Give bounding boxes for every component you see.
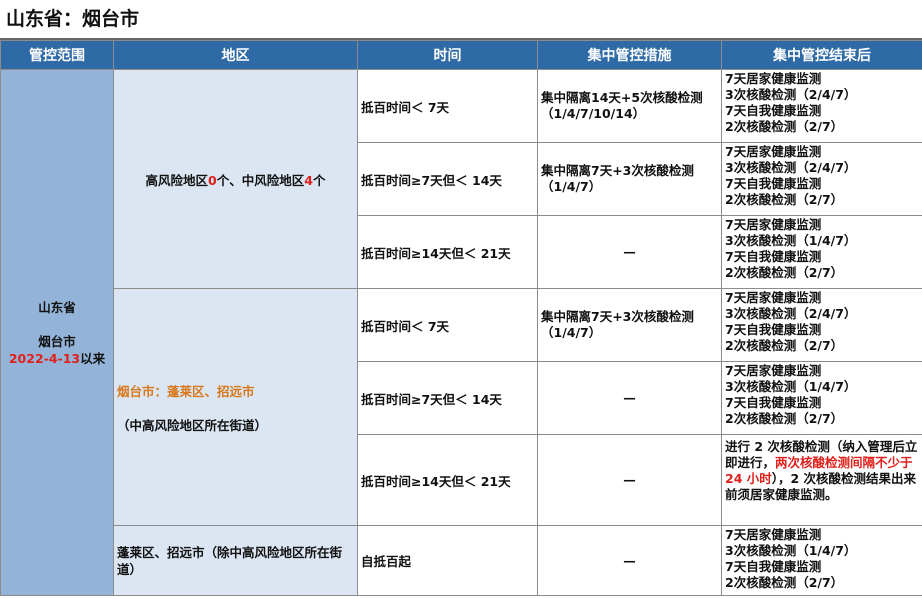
header-measure: 集中管控措施 <box>537 40 722 70</box>
mid-risk-count: 4 <box>304 172 313 188</box>
after-cell: 7天居家健康监测 3次核酸检测（1/4/7） 7天自我健康监测 2次核酸检测（2… <box>721 361 922 435</box>
header-after: 集中管控结束后 <box>721 40 922 70</box>
measure-cell: — <box>537 361 722 435</box>
region2-name: 烟台市：蓬莱区、招远市 <box>117 383 255 399</box>
measure-cell: 集中隔离14天+5次核酸检测 （1/4/7/10/14） <box>537 69 722 143</box>
measure-cell: — <box>537 215 722 289</box>
high-risk-count: 0 <box>208 172 217 188</box>
table-row: 山东省 烟台市 2022-4-13以来 高风险地区0个、中风险地区4个 抵百时间… <box>0 69 922 596</box>
scope-date: 2022-4-13 <box>8 350 81 366</box>
time-cell: 抵百时间≥14天但＜ 21天 <box>357 434 538 526</box>
region-penglai-zhaoyuan: 烟台市：蓬莱区、招远市 （中高风险地区所在街道） <box>113 288 358 526</box>
policy-table: 管控范围 地区 时间 集中管控措施 集中管控结束后 山东省 烟台市 2022-4… <box>0 40 922 596</box>
header-region: 地区 <box>113 40 358 70</box>
after-cell: 7天居家健康监测 3次核酸检测（2/4/7） 7天自我健康监测 2次核酸检测（2… <box>721 142 922 216</box>
scope-province: 山东省 <box>38 299 76 315</box>
measure-cell: — <box>537 434 722 526</box>
time-cell: 自抵百起 <box>357 525 538 596</box>
region-outside-streets: 蓬莱区、招远市（除中高风险地区所在街道） <box>113 525 358 596</box>
region2-note: （中高风险地区所在街道） <box>117 417 268 433</box>
table-row: 蓬莱区、招远市（除中高风险地区所在街道） 自抵百起 — 7天居家健康监测 3次核… <box>1 525 922 596</box>
after-cell: 7天居家健康监测 3次核酸检测（1/4/7） 7天自我健康监测 2次核酸检测（2… <box>721 215 922 289</box>
time-cell: 抵百时间≥7天但＜ 14天 <box>357 142 538 216</box>
page-title: 山东省：烟台市 <box>0 0 922 40</box>
measure-cell: 集中隔离7天+3次核酸检测 （1/4/7） <box>537 142 722 216</box>
after-cell: 进行 2 次核酸检测（纳入管理后立即进行，两次核酸检测间隔不少于 24 小时），… <box>721 434 922 526</box>
after-cell: 7天居家健康监测 3次核酸检测（2/4/7） 7天自我健康监测 2次核酸检测（2… <box>721 288 922 362</box>
scope-since: 以来 <box>80 350 106 366</box>
header-time: 时间 <box>357 40 538 70</box>
table-header-row: 管控范围 地区 时间 集中管控措施 集中管控结束后 <box>0 40 922 70</box>
scope-cell: 山东省 烟台市 2022-4-13以来 <box>0 69 114 596</box>
measure-cell: 集中隔离7天+3次核酸检测 （1/4/7） <box>537 288 722 362</box>
scope-city: 烟台市 <box>38 333 76 349</box>
time-cell: 抵百时间＜ 7天 <box>357 288 538 362</box>
time-cell: 抵百时间＜ 7天 <box>357 69 538 143</box>
after-cell: 7天居家健康监测 3次核酸检测（2/4/7） 7天自我健康监测 2次核酸检测（2… <box>721 69 922 143</box>
time-cell: 抵百时间≥7天但＜ 14天 <box>357 361 538 435</box>
table-row: 烟台市：蓬莱区、招远市 （中高风险地区所在街道） 抵百时间＜ 7天 集中隔离7天… <box>1 288 922 526</box>
header-scope: 管控范围 <box>0 40 114 70</box>
time-cell: 抵百时间≥14天但＜ 21天 <box>357 215 538 289</box>
after-cell: 7天居家健康监测 3次核酸检测（1/4/7） 7天自我健康监测 2次核酸检测（2… <box>721 525 922 596</box>
region-high-mid-risk: 高风险地区0个、中风险地区4个 <box>113 69 358 289</box>
measure-cell: — <box>537 525 722 596</box>
